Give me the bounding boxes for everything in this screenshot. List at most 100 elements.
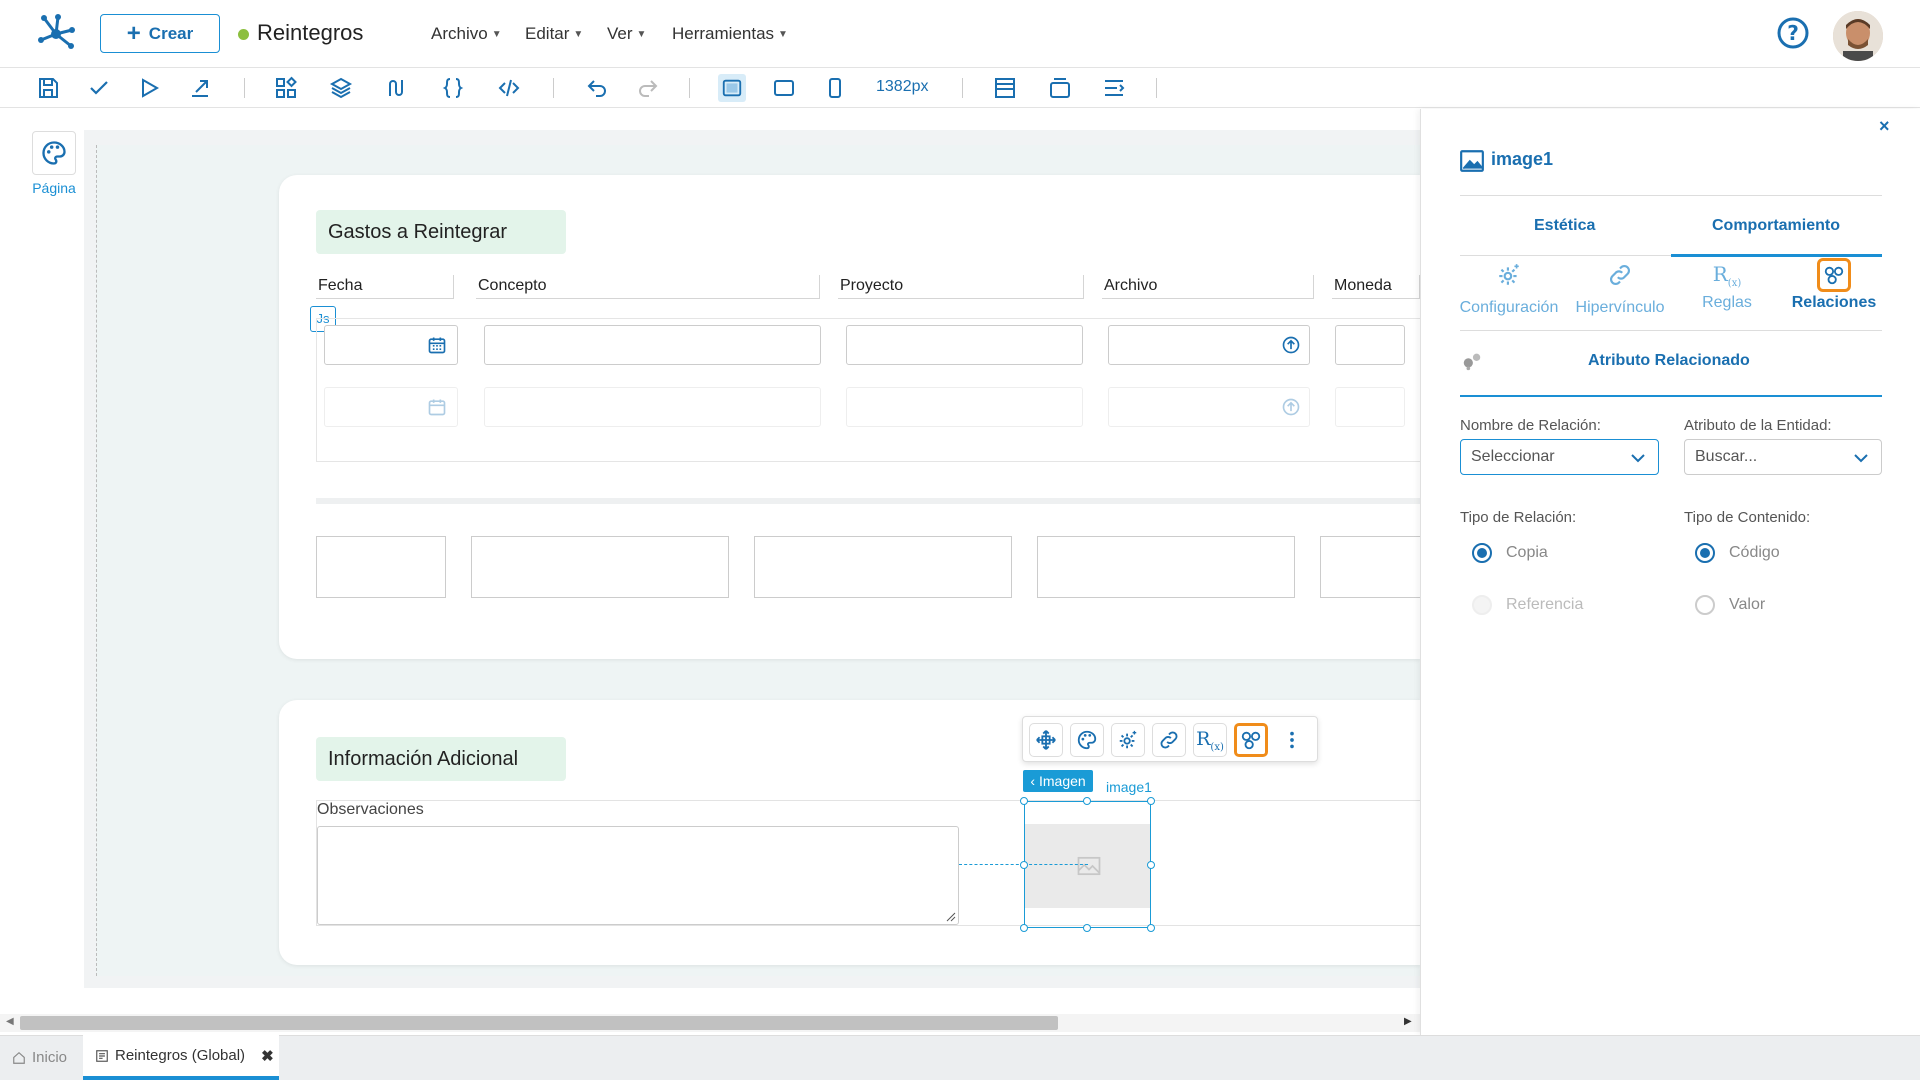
export-icon[interactable] — [188, 76, 212, 100]
style-button[interactable] — [1070, 723, 1104, 757]
resize-handle[interactable] — [1083, 924, 1091, 932]
scroll-left-icon[interactable]: ◀ — [6, 1016, 14, 1027]
resize-handle-icon[interactable] — [946, 912, 956, 922]
settings-button[interactable] — [1111, 723, 1145, 757]
observaciones-label: Observaciones — [317, 801, 424, 818]
close-panel-icon[interactable]: × — [1879, 116, 1890, 137]
column-header-archivo[interactable]: Archivo — [1102, 275, 1314, 299]
scroll-right-icon[interactable]: ▶ — [1404, 1016, 1412, 1027]
total-cell[interactable] — [1320, 536, 1420, 598]
page-style-button[interactable] — [32, 131, 76, 175]
scrollbar-thumb[interactable] — [20, 1016, 1058, 1030]
bottom-tab-bar — [0, 1035, 1920, 1080]
tab-reintegros-global[interactable]: Reintegros (Global) ✖ — [83, 1035, 279, 1080]
create-button[interactable]: + Crear — [100, 14, 220, 53]
menu-ver[interactable]: Ver ▼ — [607, 24, 646, 44]
chevron-down-icon: ▼ — [636, 28, 647, 40]
chevron-down-icon — [1854, 454, 1868, 463]
section-title-gastos[interactable]: Gastos a Reintegrar — [316, 210, 566, 254]
upload-icon[interactable] — [1281, 335, 1301, 355]
components-icon[interactable] — [274, 76, 298, 100]
related-attribute-icon — [1463, 353, 1481, 371]
frame-icon[interactable] — [1048, 76, 1072, 100]
form-icon — [96, 1049, 108, 1062]
align-icon[interactable] — [1102, 76, 1126, 100]
relation-name-label: Nombre de Relación: — [1460, 417, 1601, 434]
tablet-icon[interactable] — [772, 76, 796, 100]
radio-referencia[interactable] — [1472, 595, 1492, 615]
tab-comportamiento[interactable]: Comportamiento — [1712, 217, 1840, 235]
kebab-menu-icon — [1290, 731, 1294, 749]
move-icon — [1036, 730, 1056, 750]
radio-copia[interactable] — [1472, 543, 1492, 563]
column-header-concepto[interactable]: Concepto — [476, 275, 820, 299]
menu-editar[interactable]: Editar ▼ — [525, 24, 583, 44]
proyecto-input-placeholder-row — [846, 387, 1083, 427]
app-logo-icon[interactable] — [36, 12, 76, 52]
palette-icon — [1077, 730, 1097, 750]
save-icon[interactable] — [36, 76, 60, 100]
moneda-input[interactable] — [1335, 325, 1405, 365]
rules-button[interactable]: R(x) — [1193, 723, 1227, 757]
subtab-hipervinculo[interactable]: Hipervínculo — [1565, 262, 1675, 317]
proyecto-input[interactable] — [846, 325, 1083, 365]
radio-codigo[interactable] — [1695, 543, 1715, 563]
imagen-parent-tag[interactable]: ‹ Imagen — [1023, 770, 1093, 792]
chevron-down-icon: ▼ — [573, 28, 584, 40]
resize-handle[interactable] — [1020, 861, 1028, 869]
braces-icon[interactable] — [441, 76, 465, 100]
tab-inicio[interactable]: Inicio — [12, 1035, 67, 1080]
user-avatar-icon — [1833, 11, 1883, 61]
resize-handle[interactable] — [1147, 924, 1155, 932]
more-options-button[interactable] — [1275, 723, 1309, 757]
flow-icon[interactable] — [384, 76, 408, 100]
column-header-moneda[interactable]: Moneda — [1332, 275, 1420, 299]
column-header-fecha[interactable]: Fecha — [316, 275, 454, 299]
plus-icon: + — [126, 19, 141, 47]
subtab-reglas[interactable]: R(x) Reglas — [1672, 262, 1782, 312]
column-header-proyecto[interactable]: Proyecto — [838, 275, 1084, 299]
total-cell[interactable] — [316, 536, 446, 598]
resize-handle[interactable] — [1020, 924, 1028, 932]
resize-handle[interactable] — [1020, 797, 1028, 805]
create-button-label: Crear — [148, 23, 194, 43]
radio-referencia-label: Referencia — [1506, 596, 1584, 613]
tab-estetica[interactable]: Estética — [1534, 217, 1595, 235]
section-title-informacion[interactable]: Información Adicional — [316, 737, 566, 781]
toolbar-separator — [962, 78, 963, 98]
hyperlink-button[interactable] — [1152, 723, 1186, 757]
gear-icon — [1499, 264, 1519, 285]
resize-handle[interactable] — [1147, 861, 1155, 869]
total-cell[interactable] — [471, 536, 729, 598]
entity-attr-select[interactable]: Buscar... — [1684, 439, 1882, 475]
subtab-relaciones[interactable]: Relaciones — [1779, 258, 1889, 312]
total-cell[interactable] — [754, 536, 1012, 598]
layers-icon[interactable] — [329, 76, 353, 100]
relation-name-select[interactable]: Seleccionar — [1460, 439, 1659, 475]
calendar-icon[interactable] — [427, 335, 447, 355]
archivo-input[interactable] — [1108, 325, 1310, 365]
resize-handle[interactable] — [1083, 797, 1091, 805]
observaciones-textarea[interactable] — [317, 826, 959, 925]
subtab-configuracion[interactable]: Configuración — [1454, 262, 1564, 317]
concepto-input[interactable] — [484, 325, 821, 365]
play-icon[interactable] — [137, 76, 161, 100]
close-tab-icon[interactable]: ✖ — [261, 1047, 274, 1065]
menu-herramientas[interactable]: Herramientas ▼ — [672, 24, 788, 44]
grid-scrollbar[interactable] — [316, 498, 1420, 504]
layout-icon[interactable] — [993, 76, 1017, 100]
check-icon[interactable] — [87, 76, 111, 100]
undo-icon[interactable] — [585, 76, 609, 100]
resize-handle[interactable] — [1147, 797, 1155, 805]
total-cell[interactable] — [1037, 536, 1295, 598]
radio-valor[interactable] — [1695, 595, 1715, 615]
avatar[interactable] — [1833, 11, 1883, 61]
redo-icon[interactable] — [636, 76, 660, 100]
code-icon[interactable] — [497, 76, 521, 100]
menu-archivo[interactable]: Archivo ▼ — [431, 24, 502, 44]
relations-button[interactable] — [1234, 723, 1268, 757]
mobile-icon[interactable] — [823, 76, 847, 100]
desktop-view-button[interactable] — [718, 74, 746, 102]
help-icon[interactable]: ? — [1777, 17, 1809, 49]
move-button[interactable] — [1029, 723, 1063, 757]
